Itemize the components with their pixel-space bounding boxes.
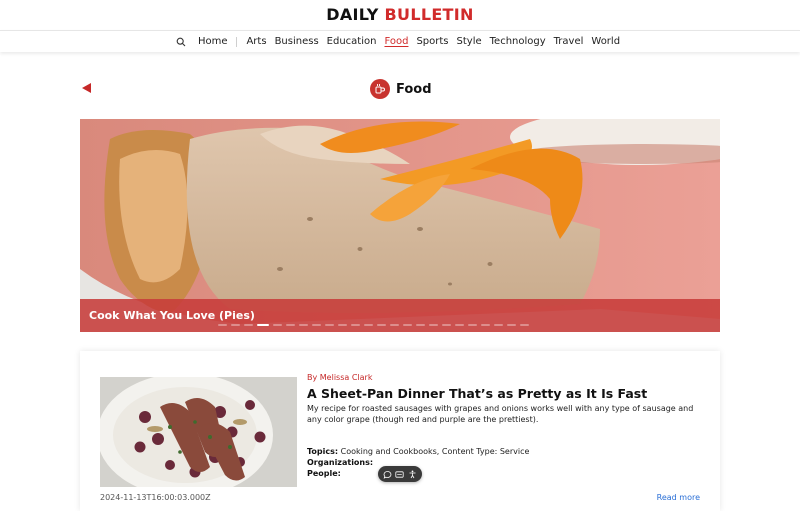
carousel-dot[interactable] — [286, 324, 295, 326]
accessibility-icon[interactable] — [408, 470, 417, 479]
carousel-dot[interactable] — [429, 324, 438, 326]
chat-icon[interactable] — [383, 470, 392, 479]
carousel-dot[interactable] — [520, 324, 529, 326]
carousel-dot[interactable] — [257, 324, 269, 326]
article-timestamp: 2024-11-13T16:00:03.000Z — [100, 493, 211, 502]
read-more-link[interactable]: Read more — [657, 493, 700, 502]
carousel-dot[interactable] — [416, 324, 425, 326]
carousel-dot[interactable] — [390, 324, 399, 326]
topics-value: Cooking and Cookbooks, Content Type: Ser… — [338, 447, 530, 456]
carousel-dot[interactable] — [364, 324, 373, 326]
nav-food[interactable]: Food — [384, 36, 408, 47]
carousel-dot[interactable] — [481, 324, 490, 326]
nav-bar: Home Arts Business Education Food Sports… — [0, 30, 800, 52]
nav-travel[interactable]: Travel — [554, 36, 584, 47]
search-icon[interactable] — [176, 37, 186, 47]
masthead-bulletin: BULLETIN — [384, 5, 474, 24]
carousel-dot[interactable] — [351, 324, 360, 326]
topics-label: Topics: — [307, 447, 339, 456]
article-organizations: Organizations: — [307, 457, 702, 468]
article-people: People: — [307, 468, 702, 479]
carousel-indicators — [218, 324, 533, 326]
article-headline[interactable]: A Sheet-Pan Dinner That’s as Pretty as I… — [307, 387, 702, 401]
floating-toolbar — [378, 466, 422, 482]
food-icon — [370, 79, 390, 99]
carousel-dot[interactable] — [338, 324, 347, 326]
nav-sports[interactable]: Sports — [416, 36, 448, 47]
organizations-label: Organizations: — [307, 458, 374, 467]
article-summary: My recipe for roasted sausages with grap… — [307, 404, 694, 424]
masthead-daily: DAILY — [326, 5, 385, 24]
carousel-dot[interactable] — [377, 324, 386, 326]
carousel-dot[interactable] — [299, 324, 308, 326]
section-title: Food — [396, 81, 432, 97]
carousel-dot[interactable] — [218, 324, 227, 326]
section-header: Food — [370, 78, 432, 100]
nav-divider — [236, 36, 238, 47]
carousel-dot[interactable] — [442, 324, 451, 326]
carousel-dot[interactable] — [325, 324, 334, 326]
article-thumbnail[interactable] — [100, 377, 297, 487]
carousel-dot[interactable] — [455, 324, 464, 326]
article-card: By Melissa Clark A Sheet-Pan Dinner That… — [80, 351, 720, 511]
article-topics: Topics: Cooking and Cookbooks, Content T… — [307, 446, 702, 457]
carousel-dot[interactable] — [273, 324, 282, 326]
carousel-dot[interactable] — [494, 324, 503, 326]
nav-arts[interactable]: Arts — [246, 36, 266, 47]
carousel-dot[interactable] — [468, 324, 477, 326]
article-byline: By Melissa Clark — [307, 373, 373, 382]
back-arrow-icon[interactable] — [82, 83, 91, 93]
nav-technology[interactable]: Technology — [490, 36, 546, 47]
people-label: People: — [307, 469, 341, 478]
carousel-dot[interactable] — [507, 324, 516, 326]
hero-caption: Cook What You Love (Pies) — [89, 309, 255, 322]
nav-education[interactable]: Education — [327, 36, 377, 47]
masthead: DAILY BULLETIN — [0, 0, 800, 30]
carousel-dot[interactable] — [231, 324, 240, 326]
nav-world[interactable]: World — [591, 36, 620, 47]
carousel-dot[interactable] — [244, 324, 253, 326]
nav-home[interactable]: Home — [198, 36, 228, 47]
article-body: By Melissa Clark A Sheet-Pan Dinner That… — [307, 373, 702, 479]
hero-carousel[interactable]: Cook What You Love (Pies) — [80, 119, 720, 332]
nav-business[interactable]: Business — [275, 36, 319, 47]
nav-style[interactable]: Style — [457, 36, 482, 47]
article-meta: Topics: Cooking and Cookbooks, Content T… — [307, 446, 702, 479]
caption-icon[interactable] — [395, 470, 405, 479]
carousel-dot[interactable] — [403, 324, 412, 326]
carousel-dot[interactable] — [312, 324, 321, 326]
